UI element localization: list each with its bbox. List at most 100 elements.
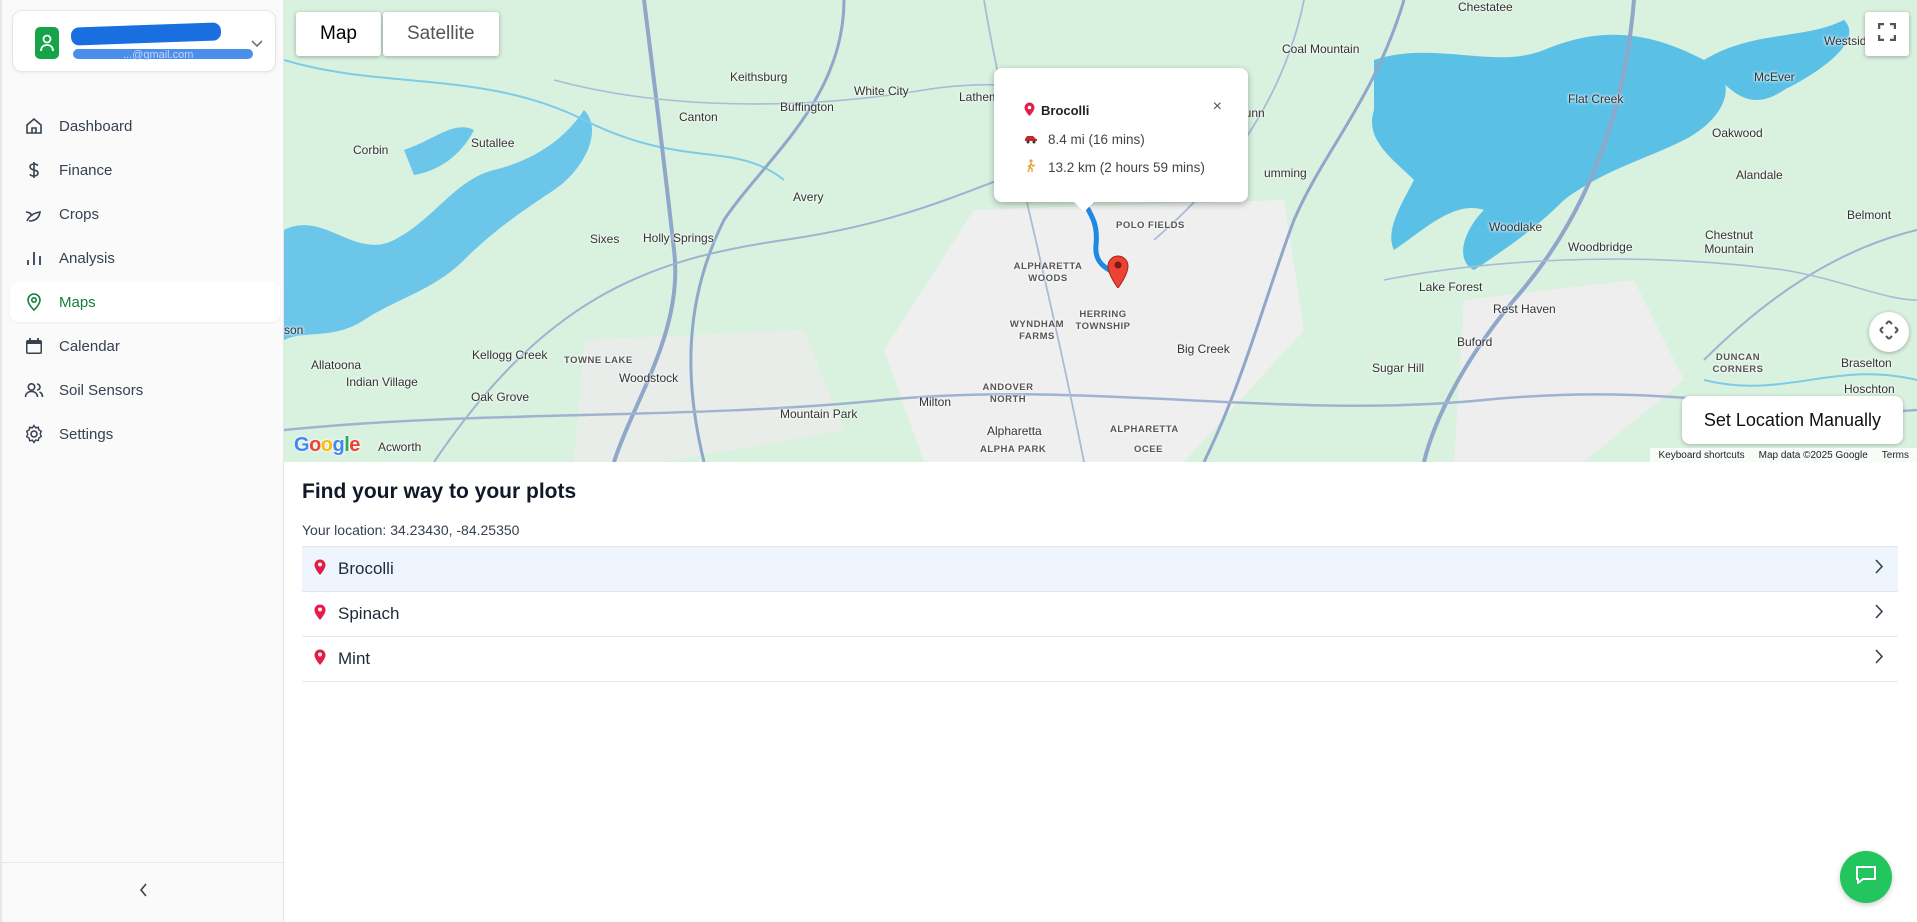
keyboard-shortcuts-link[interactable]: Keyboard shortcuts: [1658, 450, 1744, 461]
map-label: umming: [1264, 166, 1307, 180]
sidebar-item-finance[interactable]: Finance: [10, 150, 280, 190]
map-label: ALPHA PARK: [980, 444, 1047, 455]
route-info-window: Brocolli 8.4 mi (16 mins) 13.2 km (2 hou…: [994, 68, 1248, 212]
chat-button[interactable]: [1840, 851, 1892, 903]
plot-name: Mint: [338, 649, 371, 668]
map-type-map-button[interactable]: Map: [296, 12, 381, 56]
plot-marker[interactable]: [1107, 254, 1129, 293]
info-window-plot-name: Brocolli: [1041, 103, 1090, 118]
map-label: Kellogg Creek: [472, 348, 548, 362]
map-label: Buford: [1457, 335, 1493, 349]
current-location-text: Your location: 34.23430, -84.25350: [302, 522, 520, 538]
map-label: ANDOVER NORTH: [982, 382, 1034, 405]
collapse-sidebar-button[interactable]: [2, 862, 285, 922]
map-label: Holly Springs: [643, 231, 714, 245]
fullscreen-icon: [1877, 22, 1897, 46]
sidebar-item-label: Finance: [59, 161, 113, 179]
map-view[interactable]: Keithsburg Buffington White City Lathem …: [284, 0, 1917, 462]
gear-icon: [24, 424, 44, 444]
map-label: Acworth: [378, 440, 422, 454]
pan-control-button[interactable]: [1869, 312, 1909, 352]
page-title: Find your way to your plots: [302, 480, 577, 503]
map-label: Woodbridge: [1568, 240, 1633, 254]
map-label: Belmont: [1847, 208, 1892, 222]
map-label: ALPHARETTA: [1110, 424, 1179, 435]
map-label: White City: [854, 84, 909, 98]
calendar-icon: [24, 336, 44, 356]
map-label: Braselton: [1841, 356, 1892, 370]
map-label: Flat Creek: [1568, 92, 1624, 106]
map-label: Lake Forest: [1419, 280, 1483, 294]
plot-list-item[interactable]: Brocolli: [302, 547, 1898, 592]
map-data-text: Map data ©2025 Google: [1758, 449, 1868, 461]
sprout-icon: [24, 204, 44, 224]
account-email: ...@gmail.com: [123, 49, 194, 61]
sidebar-item-analysis[interactable]: Analysis: [10, 238, 280, 278]
map-label: Alpharetta: [987, 424, 1042, 438]
sidebar-item-label: Dashboard: [59, 117, 133, 135]
drive-distance-text: 8.4 mi (16 mins): [1048, 132, 1145, 147]
plot-name: Spinach: [338, 604, 400, 623]
map-label: Oakwood: [1712, 126, 1763, 140]
map-label: DUNCAN CORNERS: [1712, 352, 1764, 375]
map-label: ALPHARETTA WOODS: [1013, 261, 1083, 284]
map-label: Woodlake: [1489, 220, 1543, 234]
walking-person-icon: [1024, 159, 1038, 176]
map-label: Corbin: [353, 143, 389, 157]
close-icon[interactable]: ×: [1213, 98, 1222, 116]
plot-list-item[interactable]: Spinach: [302, 592, 1898, 637]
set-location-manually-button[interactable]: Set Location Manually: [1681, 396, 1903, 444]
sidebar-item-maps[interactable]: Maps: [10, 282, 280, 322]
map-type-satellite-button[interactable]: Satellite: [382, 12, 499, 56]
map-label: Sixes: [590, 232, 620, 246]
map-label: Rest Haven: [1493, 302, 1556, 316]
info-window-title: Brocolli: [1024, 102, 1089, 119]
fullscreen-button[interactable]: [1865, 12, 1909, 56]
sidebar-item-calendar[interactable]: Calendar: [10, 326, 280, 366]
car-icon: [1024, 132, 1038, 147]
map-label: Mountain Park: [780, 407, 858, 421]
walk-distance-text: 13.2 km (2 hours 59 mins): [1048, 160, 1205, 175]
sidebar: ...@gmail.com Dashboard Finance Crops An…: [0, 0, 285, 922]
sidebar-item-soil-sensors[interactable]: Soil Sensors: [10, 370, 280, 410]
users-icon: [24, 380, 44, 400]
map-pin-icon: [314, 604, 328, 625]
map-type-control: Map Satellite: [296, 12, 499, 56]
walk-distance: 13.2 km (2 hours 59 mins): [1024, 159, 1205, 176]
plot-name: Brocolli: [338, 559, 394, 578]
chevron-left-icon: [139, 883, 149, 902]
account-switcher[interactable]: ...@gmail.com: [12, 10, 276, 72]
map-label: TOWNE LAKE: [564, 355, 633, 366]
map-label: WYNDHAM FARMS: [1009, 319, 1065, 342]
map-label: Buffington: [780, 100, 834, 114]
sidebar-item-settings[interactable]: Settings: [10, 414, 280, 454]
sidebar-item-label: Calendar: [59, 337, 120, 355]
map-label: McEver: [1754, 70, 1795, 84]
map-label: Sutallee: [471, 136, 515, 150]
map-label: Chestatee: [1458, 0, 1513, 14]
map-label: Coal Mountain: [1282, 42, 1360, 56]
sidebar-item-label: Analysis: [59, 249, 115, 267]
sidebar-item-label: Crops: [59, 205, 100, 223]
sidebar-item-label: Soil Sensors: [59, 381, 144, 399]
drive-distance: 8.4 mi (16 mins): [1024, 132, 1145, 147]
map-label: Sugar Hill: [1372, 361, 1425, 375]
map-label: Oak Grove: [471, 390, 530, 404]
map-label: Indian Village: [346, 375, 418, 389]
map-label: son: [284, 323, 304, 337]
map-label: Big Creek: [1177, 342, 1230, 356]
map-label: Allatoona: [311, 358, 362, 372]
terms-link[interactable]: Terms: [1882, 450, 1909, 461]
map-pin-icon: [24, 292, 44, 312]
user-icon: [35, 27, 59, 59]
map-pin-icon: [314, 649, 328, 670]
chat-bubble-icon: [1854, 864, 1878, 891]
map-pin-icon: [1024, 102, 1035, 119]
sidebar-item-crops[interactable]: Crops: [10, 194, 280, 234]
map-label: Keithsburg: [730, 70, 788, 84]
map-label: HERRING TOWNSHIP: [1075, 309, 1131, 332]
chevron-right-icon: [1875, 559, 1884, 579]
plot-list-item[interactable]: Mint: [302, 637, 1898, 682]
bar-chart-icon: [24, 248, 44, 268]
sidebar-item-dashboard[interactable]: Dashboard: [10, 106, 280, 146]
